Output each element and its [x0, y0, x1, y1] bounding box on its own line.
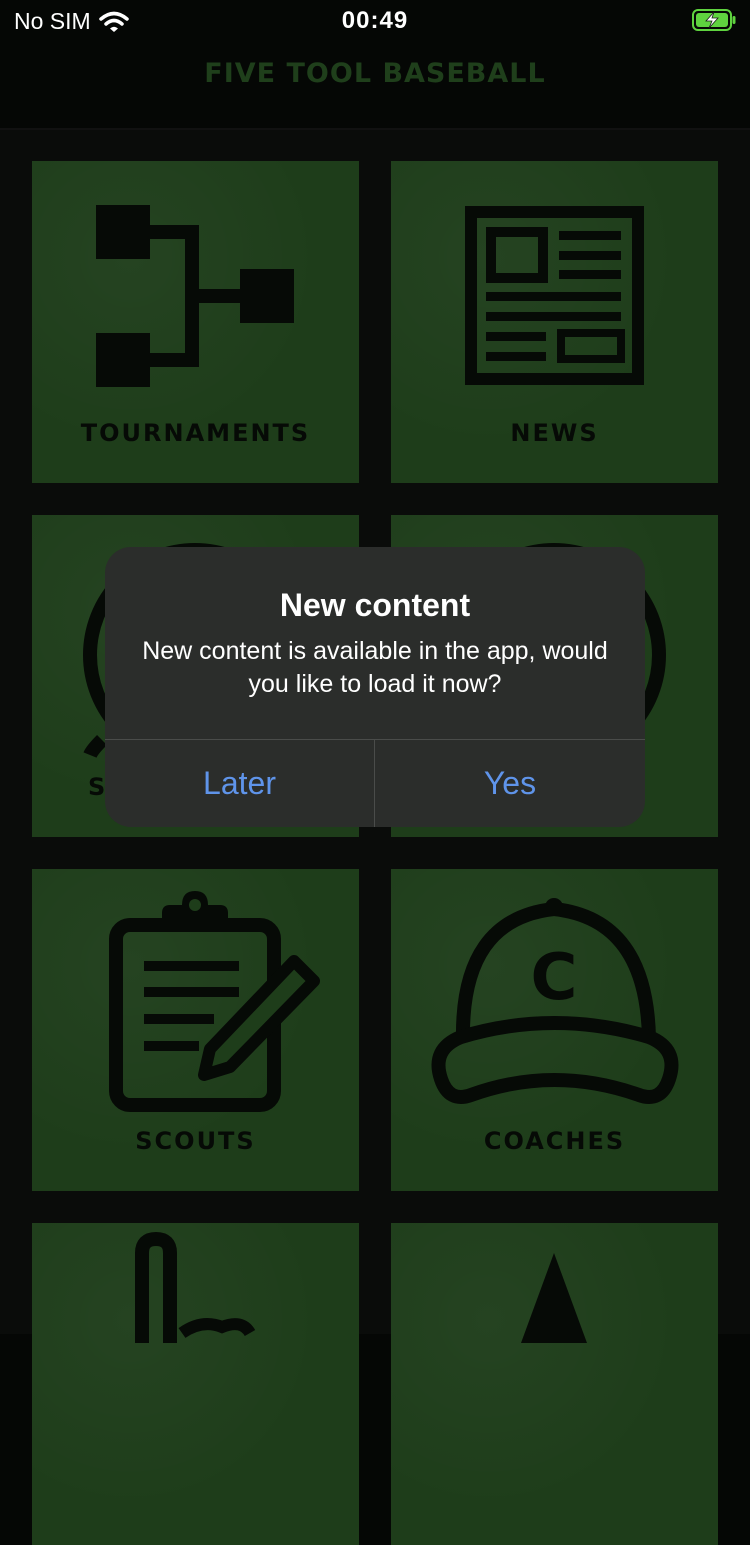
tile-scouts[interactable]: SCOUTS [32, 869, 359, 1191]
page-title: FIVE TOOL BASEBALL [204, 58, 546, 89]
alert-message: New content is available in the app, wou… [142, 637, 608, 698]
tile-coaches[interactable]: C COACHES [391, 869, 718, 1191]
svg-text:C: C [531, 941, 578, 1015]
foam-finger-icon [135, 1231, 256, 1343]
tile-row4-right[interactable] [391, 1223, 718, 1545]
cone-icon [521, 1253, 587, 1343]
tile-label: COACHES [483, 1127, 626, 1155]
alert-title: New content [279, 587, 471, 623]
tile-label: SCOUTS [135, 1127, 256, 1155]
yes-button[interactable]: Yes [375, 740, 645, 827]
status-time: 00:49 [341, 7, 409, 34]
battery-charging-icon [692, 9, 736, 31]
new-content-alert: New content New content is available in … [105, 547, 645, 827]
tile-row4-left[interactable] [32, 1223, 359, 1545]
tile-label: NEWS [510, 419, 599, 447]
status-bar: No SIM 00:49 [0, 0, 750, 44]
tile-tournaments[interactable]: TOURNAMENTS [32, 161, 359, 483]
tile-news[interactable]: NEWS [391, 161, 718, 483]
tile-label: TOURNAMENTS [80, 419, 311, 447]
later-button[interactable]: Later [105, 740, 374, 827]
